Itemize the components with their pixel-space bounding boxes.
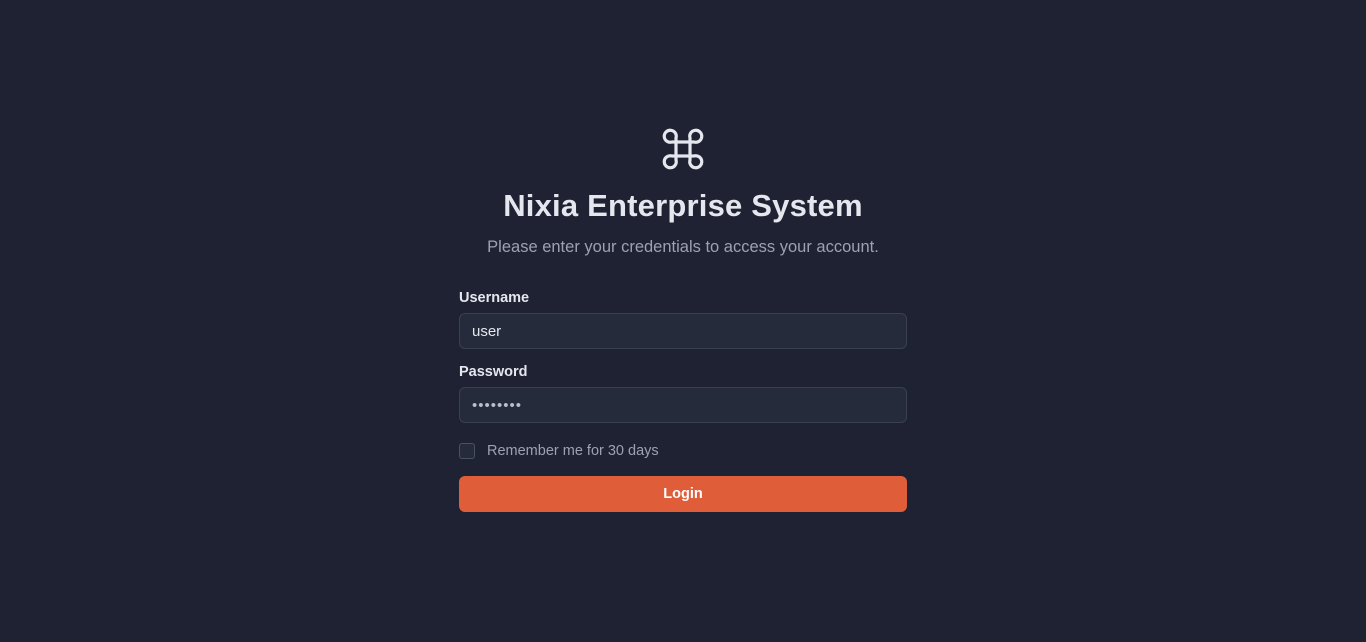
username-field-group: Username	[459, 288, 907, 349]
remember-me-checkbox[interactable]	[459, 443, 475, 459]
password-input[interactable]	[459, 387, 907, 423]
username-input[interactable]	[459, 313, 907, 349]
login-panel: Nixia Enterprise System Please enter you…	[459, 124, 907, 512]
password-field-group: Password	[459, 362, 907, 423]
remember-me-row: Remember me for 30 days	[459, 441, 907, 461]
logo	[459, 124, 907, 176]
login-button[interactable]: Login	[459, 476, 907, 512]
remember-me-label[interactable]: Remember me for 30 days	[487, 441, 659, 461]
login-form: Username Password Remember me for 30 day…	[459, 288, 907, 512]
login-page: Nixia Enterprise System Please enter you…	[0, 0, 1366, 642]
command-key-icon	[662, 128, 704, 170]
password-label: Password	[459, 364, 528, 380]
page-title: Nixia Enterprise System	[503, 188, 863, 223]
page-subtitle: Please enter your credentials to access …	[487, 238, 879, 256]
username-label: Username	[459, 290, 530, 306]
